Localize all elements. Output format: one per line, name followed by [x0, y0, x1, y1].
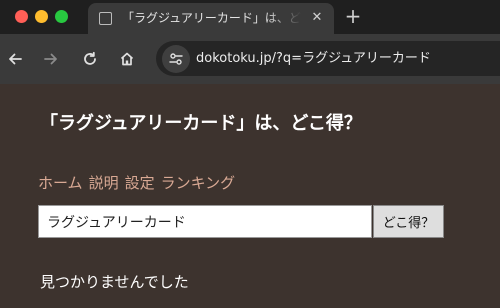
reload-icon	[84, 51, 96, 65]
home-icon	[120, 52, 134, 66]
back-arrow-icon	[9, 53, 22, 65]
forward-button[interactable]	[41, 49, 61, 69]
home-button[interactable]	[117, 49, 137, 69]
nav-link-ranking[interactable]: ランキング	[161, 172, 236, 194]
window-maximize-button[interactable]	[55, 10, 68, 23]
window-close-button[interactable]	[15, 10, 28, 23]
window-minimize-button[interactable]	[35, 10, 48, 23]
reload-button[interactable]	[80, 49, 100, 69]
forward-arrow-icon	[44, 53, 57, 65]
new-tab-button[interactable]: +	[342, 5, 364, 27]
browser-toolbar: dokotoku.jp/?q=ラグジュアリーカード	[0, 34, 500, 84]
site-info-button[interactable]	[162, 45, 190, 73]
result-message: 見つかりませんでした	[40, 273, 189, 291]
search-input[interactable]	[38, 205, 372, 238]
address-bar[interactable]: dokotoku.jp/?q=ラグジュアリーカード	[156, 41, 500, 76]
nav-link-description[interactable]: 説明	[89, 172, 119, 194]
back-button[interactable]	[5, 49, 25, 69]
tab-strip: 「ラグジュアリーカード」は、どこ得？ ✕ +	[0, 0, 500, 34]
tab-close-icon[interactable]: ✕	[308, 9, 326, 27]
search-button[interactable]: どこ得？	[373, 205, 444, 238]
favicon-icon	[99, 12, 112, 25]
site-info-icon	[169, 53, 183, 65]
tab-title: 「ラグジュアリーカード」は、どこ得？	[122, 11, 302, 25]
url-text: dokotoku.jp/?q=ラグジュアリーカード	[196, 51, 431, 66]
page-content: 「ラグジュアリーカード」は、どこ得？ ホーム 説明 設定 ランキング どこ得？ …	[0, 84, 500, 308]
nav-link-settings[interactable]: 設定	[125, 172, 155, 194]
nav-link-home[interactable]: ホーム	[38, 172, 83, 194]
page-title: 「ラグジュアリーカード」は、どこ得？	[40, 113, 362, 134]
browser-tab[interactable]: 「ラグジュアリーカード」は、どこ得？ ✕	[88, 3, 334, 34]
site-nav: ホーム 説明 設定 ランキング	[38, 172, 241, 194]
